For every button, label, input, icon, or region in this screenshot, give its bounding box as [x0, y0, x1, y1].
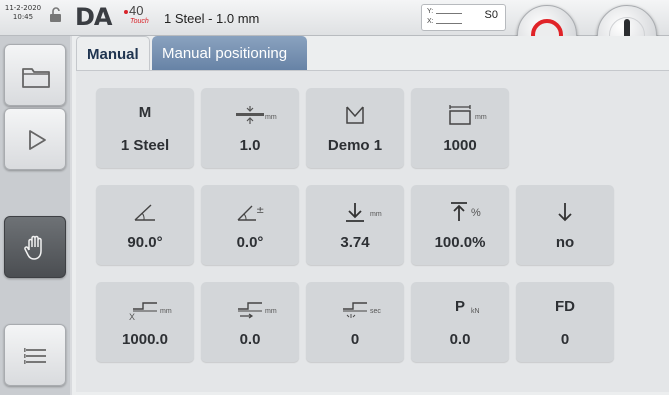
logo-dot: [124, 10, 128, 14]
angle-icon: [96, 201, 194, 223]
date-label: 11-2-2020: [4, 4, 42, 12]
depth-value: 3.74: [340, 234, 370, 251]
axis-readout: Y: X: S0: [421, 4, 506, 31]
axis-value: S0: [484, 9, 498, 21]
decompression-icon: [516, 201, 614, 223]
play-icon: [29, 130, 46, 150]
fd-value: 0: [560, 331, 570, 348]
sidebar: [0, 36, 70, 395]
angle-correction-icon: ±: [201, 201, 299, 223]
tile-tool[interactable]: Demo 1: [306, 88, 404, 168]
tool-value: Demo 1: [327, 137, 383, 154]
decompression-value: no: [555, 234, 575, 251]
logo: DA: [75, 3, 112, 31]
angle-correction-value: 0.0°: [236, 234, 264, 251]
force-percent-icon: [411, 201, 509, 223]
program-title: 1 Steel - 1.0 mm: [164, 11, 260, 26]
logo-model: 40: [129, 3, 144, 18]
backgauge-x-icon: [96, 298, 194, 320]
thickness-unit: mm: [265, 114, 277, 121]
tile-force[interactable]: % 100.0%: [411, 185, 509, 265]
tile-pressure[interactable]: P kN 0.0: [411, 282, 509, 362]
time-label: 10:45: [12, 13, 34, 21]
svg-text:±: ±: [256, 205, 264, 216]
dwell-value: 0: [350, 331, 360, 348]
tile-decompression[interactable]: no: [516, 185, 614, 265]
width-value: 1000: [443, 137, 477, 154]
tile-angle[interactable]: 90.0°: [96, 185, 194, 265]
pressure-value: 0.0: [449, 331, 471, 348]
backgauge-axis-letter: X: [129, 312, 136, 322]
force-value: 100.0%: [434, 234, 486, 251]
menu-list-icon: [24, 348, 46, 364]
tile-material[interactable]: M 1 Steel: [96, 88, 194, 168]
tab-manual-positioning[interactable]: Manual positioning: [152, 36, 307, 70]
pressure-icon: P: [454, 298, 465, 315]
pressure-unit: kN: [471, 308, 480, 315]
date-time: 11-2-2020 10:45: [3, 4, 43, 22]
retract-icon: [201, 298, 299, 320]
retract-unit: mm: [265, 308, 277, 315]
tile-retract[interactable]: mm 0.0: [201, 282, 299, 362]
sidebar-item-auto[interactable]: [4, 108, 66, 170]
folder-icon: [22, 68, 50, 88]
die-icon: [306, 104, 404, 126]
depth-unit: mm: [370, 211, 382, 218]
sidebar-item-programs[interactable]: [4, 44, 66, 106]
dwell-unit: sec: [370, 308, 381, 315]
width-icon: [411, 104, 509, 126]
tile-angle-correction[interactable]: ± 0.0°: [201, 185, 299, 265]
tile-depth[interactable]: mm 3.74: [306, 185, 404, 265]
angle-value: 90.0°: [127, 234, 163, 251]
lock-icon[interactable]: [48, 7, 64, 23]
tab-manual[interactable]: Manual: [76, 36, 150, 70]
material-value: 1 Steel: [120, 137, 170, 154]
tile-dwell[interactable]: sec 0: [306, 282, 404, 362]
axis-x-line: [436, 23, 462, 24]
tile-width[interactable]: mm 1000: [411, 88, 509, 168]
axis-y-line: [436, 13, 462, 14]
thickness-icon: [201, 104, 299, 126]
axis-x-label: X:: [427, 18, 434, 25]
backgauge-unit: mm: [160, 308, 172, 315]
tile-thickness[interactable]: mm 1.0: [201, 88, 299, 168]
fd-icon: FD: [555, 298, 575, 315]
axis-y-label: Y:: [427, 8, 434, 15]
thickness-value: 1.0: [239, 137, 261, 154]
tile-backgauge-x[interactable]: X mm 1000.0: [96, 282, 194, 362]
backgauge-value: 1000.0: [122, 331, 168, 348]
depth-icon: [306, 201, 404, 223]
retract-value: 0.0: [239, 331, 261, 348]
tile-fd[interactable]: FD 0: [516, 282, 614, 362]
sidebar-item-manual[interactable]: [4, 216, 66, 278]
dwell-icon: [306, 298, 404, 320]
hand-icon: [24, 235, 42, 260]
force-unit: %: [471, 207, 481, 219]
sidebar-item-menu[interactable]: [4, 324, 66, 386]
material-icon: M: [138, 104, 152, 121]
width-unit: mm: [475, 114, 487, 121]
logo-sub: Touch: [130, 18, 149, 25]
